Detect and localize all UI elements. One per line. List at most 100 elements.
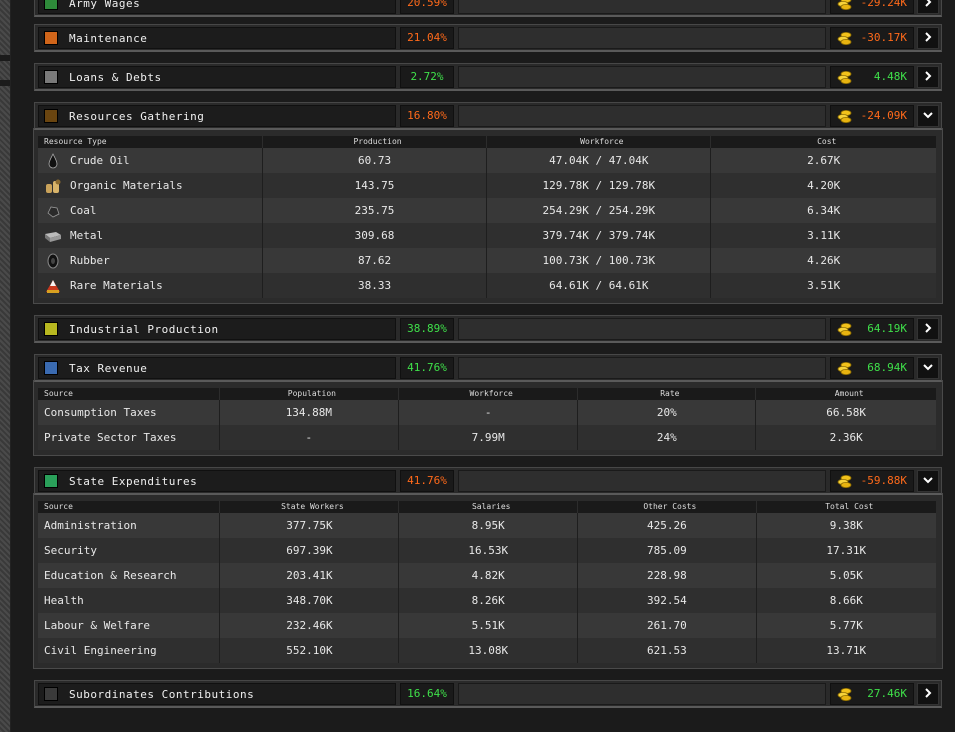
resource-workforce-cell: 129.78K / 129.78K bbox=[486, 173, 711, 198]
resource-workforce-cell: 379.74K / 379.74K bbox=[486, 223, 711, 248]
category-header[interactable]: Maintenance 21.04% -30.17K bbox=[34, 24, 942, 52]
gold-coins-icon bbox=[837, 0, 853, 10]
category-amount: 27.46K bbox=[867, 687, 907, 700]
category-bar-track bbox=[458, 27, 826, 49]
column-header: Salaries bbox=[398, 501, 578, 513]
collapse-button[interactable] bbox=[917, 105, 939, 127]
table-cell: 203.41K bbox=[219, 563, 399, 588]
table-cell: 66.58K bbox=[755, 400, 936, 425]
table-cell: Civil Engineering bbox=[38, 638, 220, 663]
category-amount-box: 4.48K bbox=[830, 66, 914, 88]
table-cell: 785.09 bbox=[577, 538, 757, 563]
table-row: Consumption Taxes 134.88M -20% 66.58K bbox=[38, 400, 936, 425]
category-percentage: 41.76% bbox=[400, 357, 454, 379]
resource-workforce-cell: 254.29K / 254.29K bbox=[486, 198, 711, 223]
resource-type-cell: Rubber bbox=[38, 248, 263, 273]
table-cell: 8.26K bbox=[398, 588, 578, 613]
category-header[interactable]: Industrial Production 38.89% 64.19K bbox=[34, 315, 942, 343]
table-cell: 134.88M bbox=[218, 400, 399, 425]
rare-materials-icon bbox=[44, 278, 62, 294]
resource-workforce-cell: 47.04K / 47.04K bbox=[486, 148, 711, 173]
table-cell: 552.10K bbox=[219, 638, 399, 663]
taxes-table: Source Population Workforce Rate Amount Consu… bbox=[38, 388, 936, 450]
column-header: State Workers bbox=[219, 501, 399, 513]
collapse-button[interactable] bbox=[917, 470, 939, 492]
category-color-swatch bbox=[44, 70, 58, 84]
resource-cost-cell: 6.34K bbox=[710, 198, 936, 223]
category-color-swatch bbox=[44, 361, 58, 375]
table-cell: 228.98 bbox=[577, 563, 757, 588]
column-header: Total Cost bbox=[755, 501, 936, 513]
resource-workforce-cell: 100.73K / 100.73K bbox=[486, 248, 711, 273]
resource-cost-cell: 4.20K bbox=[710, 173, 936, 198]
column-header: Workforce bbox=[398, 388, 578, 400]
table-cell: Administration bbox=[38, 513, 220, 538]
category-name: Tax Revenue bbox=[69, 362, 148, 375]
resource-cost-cell: 2.67K bbox=[710, 148, 936, 173]
resource-production-cell: 143.75 bbox=[261, 173, 487, 198]
expand-button[interactable] bbox=[917, 27, 939, 49]
category-amount: 64.19K bbox=[867, 322, 907, 335]
table-cell: 5.77K bbox=[755, 613, 936, 638]
category-amount-box: 64.19K bbox=[830, 318, 914, 340]
collapse-button[interactable] bbox=[917, 357, 939, 379]
category-header[interactable]: Resources Gathering 16.80% -24.09K bbox=[34, 102, 942, 130]
table-row: Security 697.39K 16.53K 785.09 17.31K bbox=[38, 538, 936, 563]
column-header: Source bbox=[38, 388, 220, 400]
category-header[interactable]: State Expenditures 41.76% -59.88K bbox=[34, 467, 942, 495]
category-color-swatch bbox=[44, 687, 58, 701]
table-cell: 7.99M bbox=[398, 425, 578, 450]
chevron-right-icon bbox=[923, 70, 933, 84]
expand-button[interactable] bbox=[917, 318, 939, 340]
category-amount-box: 27.46K bbox=[830, 683, 914, 705]
column-header: Rate bbox=[577, 388, 756, 400]
category-name: Loans & Debts bbox=[69, 71, 162, 84]
table-cell: 621.53 bbox=[577, 638, 757, 663]
table-cell: 392.54 bbox=[577, 588, 757, 613]
category-header[interactable]: Loans & Debts 2.72% 4.48K bbox=[34, 63, 942, 91]
category-color-swatch bbox=[44, 474, 58, 488]
resource-type-cell: Coal bbox=[38, 198, 263, 223]
column-header: Other Costs bbox=[577, 501, 757, 513]
category-percentage: 16.80% bbox=[400, 105, 454, 127]
table-row: Metal 309.68 379.74K / 379.74K 3.11K bbox=[38, 223, 936, 248]
resource-type-cell: Rare Materials bbox=[38, 273, 263, 298]
table-cell: 425.26 bbox=[577, 513, 757, 538]
category-header[interactable]: Army Wages 20.59% -29.24K bbox=[34, 0, 942, 17]
gold-coins-icon bbox=[837, 31, 853, 45]
resource-name: Metal bbox=[70, 228, 104, 242]
table-header-row: Source State Workers Salaries Other Costs To… bbox=[38, 501, 936, 513]
resource-name: Rubber bbox=[70, 253, 110, 267]
category-amount-box: -59.88K bbox=[830, 470, 914, 492]
category-name: Maintenance bbox=[69, 32, 148, 45]
category-header[interactable]: Tax Revenue 41.76% 68.94K bbox=[34, 354, 942, 382]
table-cell: - bbox=[218, 425, 399, 450]
table-header-row: Resource Type Production Workforce Cost bbox=[38, 136, 936, 148]
chevron-down-icon bbox=[923, 109, 933, 123]
category-percentage: 2.72% bbox=[400, 66, 454, 88]
resource-cost-cell: 4.26K bbox=[710, 248, 936, 273]
category-amount: 68.94K bbox=[867, 361, 907, 374]
expand-button[interactable] bbox=[917, 0, 939, 14]
category-amount: -24.09K bbox=[860, 109, 907, 122]
table-cell: 24% bbox=[577, 425, 756, 450]
table-cell: 232.46K bbox=[219, 613, 399, 638]
table-cell: Security bbox=[38, 538, 220, 563]
resource-name: Coal bbox=[70, 203, 97, 217]
category-bar-track bbox=[458, 318, 826, 340]
table-cell: 13.08K bbox=[398, 638, 578, 663]
rubber-tire-icon bbox=[44, 253, 62, 269]
table-row: Rubber 87.62 100.73K / 100.73K 4.26K bbox=[38, 248, 936, 273]
table-cell: 13.71K bbox=[755, 638, 936, 663]
table-row: Health 348.70K 8.26K 392.54 8.66K bbox=[38, 588, 936, 613]
expand-button[interactable] bbox=[917, 683, 939, 705]
resources-table: Resource Type Production Workforce Cost Crud… bbox=[38, 136, 936, 298]
table-cell: Health bbox=[38, 588, 220, 613]
panel-notch bbox=[0, 55, 10, 61]
column-header: Resource Type bbox=[38, 136, 263, 148]
table-cell: 20% bbox=[577, 400, 756, 425]
gold-coins-icon bbox=[837, 109, 853, 123]
expand-button[interactable] bbox=[917, 66, 939, 88]
coal-icon bbox=[44, 203, 62, 219]
category-header[interactable]: Subordinates Contributions 16.64% 27.46K bbox=[34, 680, 942, 708]
